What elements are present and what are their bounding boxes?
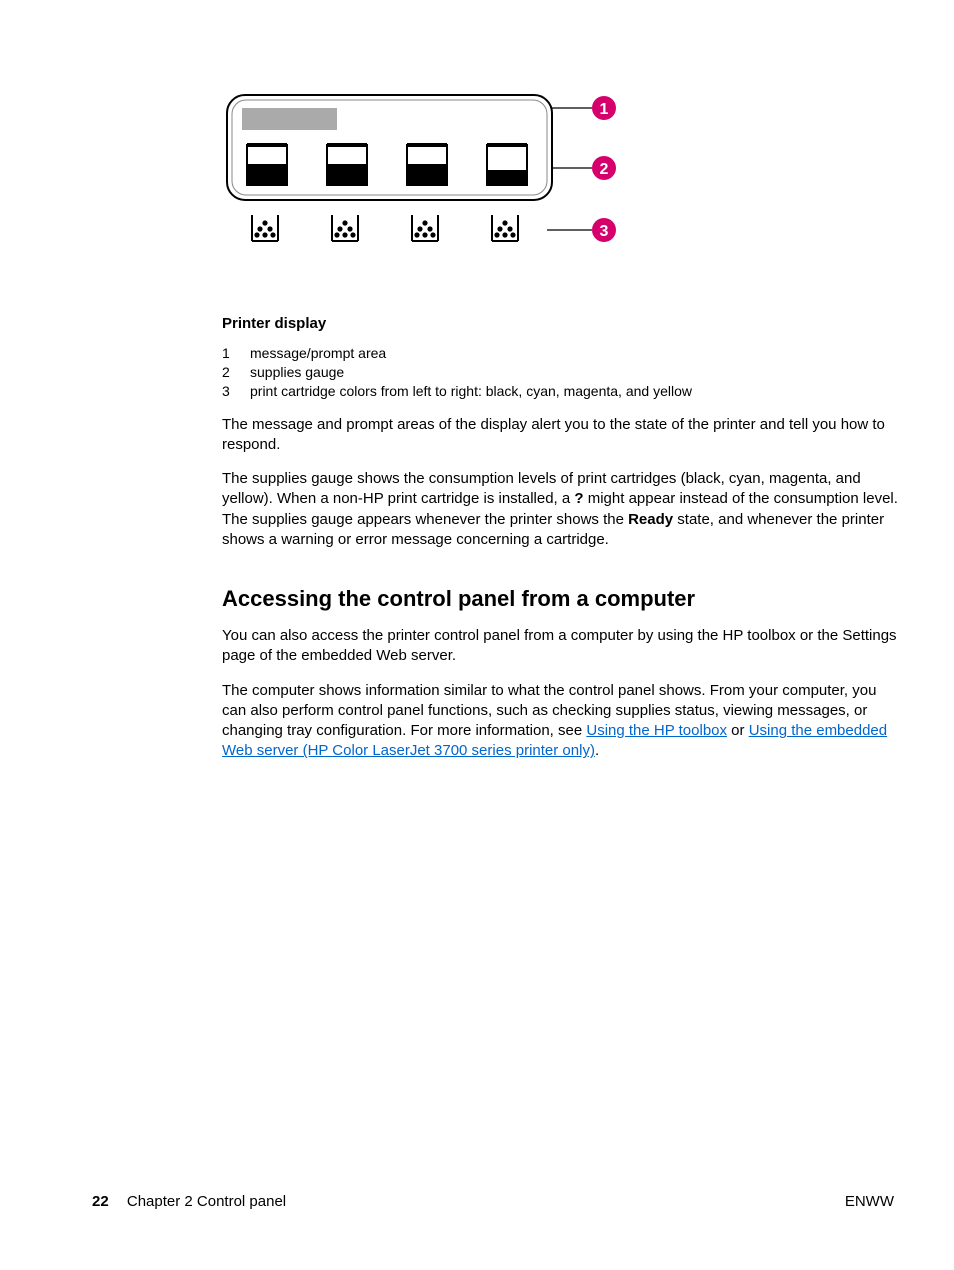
heading-accessing-control-panel: Accessing the control panel from a compu… bbox=[222, 586, 902, 612]
section-heading-printer-display: Printer display bbox=[222, 315, 902, 332]
legend-item: 3 print cartridge colors from left to ri… bbox=[222, 382, 902, 401]
paragraph: The supplies gauge shows the consumption… bbox=[222, 469, 902, 550]
page-number: 22 bbox=[92, 1193, 109, 1210]
legend-text: message/prompt area bbox=[250, 344, 386, 363]
paragraph: The computer shows information similar t… bbox=[222, 681, 902, 762]
cartridge-icon bbox=[252, 215, 278, 241]
legend-text: print cartridge colors from left to righ… bbox=[250, 382, 692, 401]
chapter-label: Chapter 2 Control panel bbox=[127, 1193, 286, 1210]
svg-text:2: 2 bbox=[600, 161, 609, 178]
legend-num: 3 bbox=[222, 382, 250, 401]
legend-item: 1 message/prompt area bbox=[222, 344, 902, 363]
callout-3: 3 bbox=[592, 218, 616, 242]
link-hp-toolbox[interactable]: Using the HP toolbox bbox=[586, 722, 727, 739]
ready-state-label: Ready bbox=[628, 511, 673, 528]
svg-text:1: 1 bbox=[600, 101, 609, 118]
question-mark-glyph: ? bbox=[574, 490, 583, 507]
callout-2: 2 bbox=[592, 156, 616, 180]
legend-num: 1 bbox=[222, 344, 250, 363]
callout-1: 1 bbox=[592, 96, 616, 120]
legend-text: supplies gauge bbox=[250, 363, 344, 382]
footer-right: ENWW bbox=[845, 1193, 894, 1210]
paragraph: The message and prompt areas of the disp… bbox=[222, 415, 902, 456]
svg-text:3: 3 bbox=[600, 223, 609, 240]
legend-num: 2 bbox=[222, 363, 250, 382]
cartridge-icon bbox=[492, 215, 518, 241]
legend-item: 2 supplies gauge bbox=[222, 363, 902, 382]
printer-display-figure: 1 2 3 bbox=[222, 90, 902, 260]
page-footer: 22 Chapter 2 Control panel ENWW bbox=[92, 1193, 894, 1210]
legend-list: 1 message/prompt area 2 supplies gauge 3… bbox=[222, 344, 902, 401]
cartridge-icon bbox=[332, 215, 358, 241]
cartridge-icon bbox=[412, 215, 438, 241]
paragraph: You can also access the printer control … bbox=[222, 626, 902, 667]
